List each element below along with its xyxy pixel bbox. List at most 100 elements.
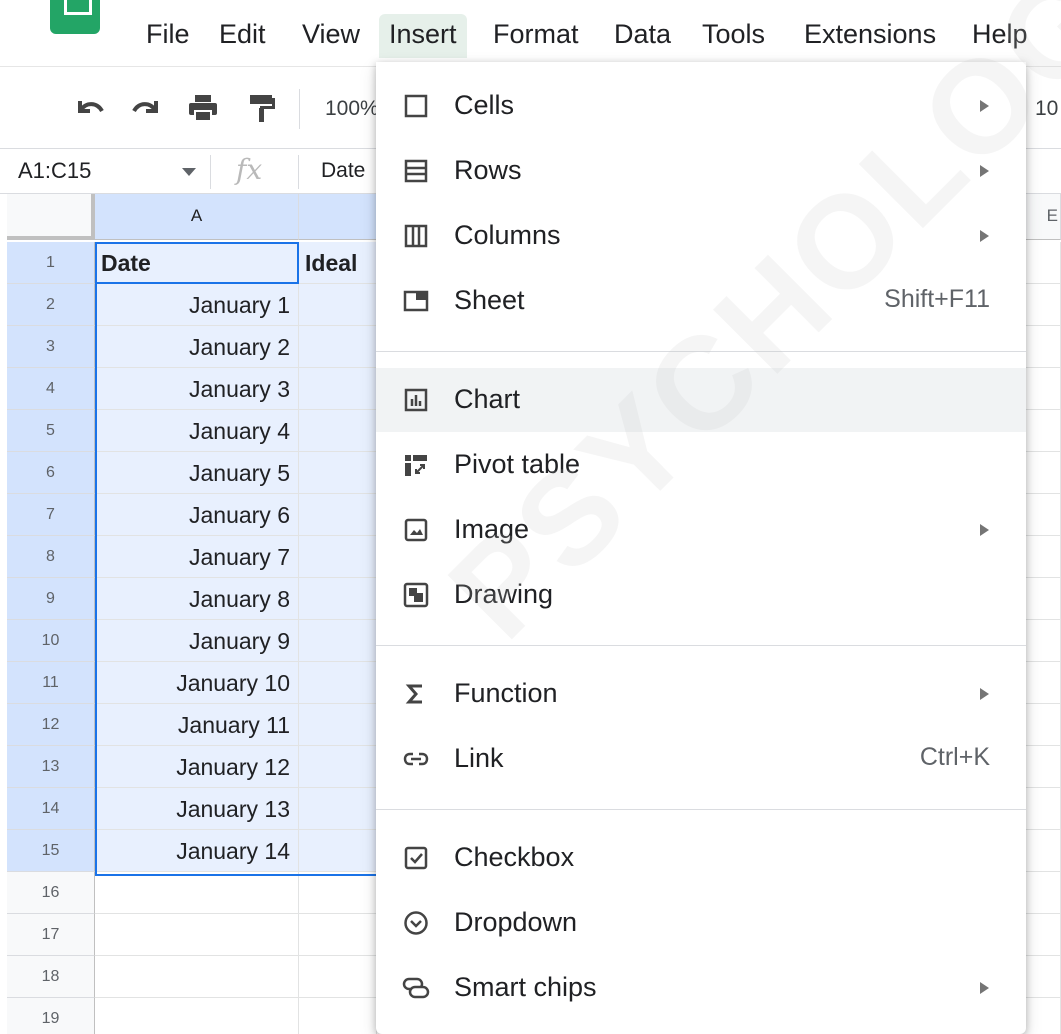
sheets-logo-icon[interactable] — [50, 0, 100, 34]
table-cell[interactable] — [1025, 242, 1061, 284]
row-header[interactable]: 2 — [7, 284, 95, 326]
table-cell[interactable] — [1025, 662, 1061, 704]
menu-help[interactable]: Help — [962, 14, 1038, 58]
menu-item-drawing[interactable]: Drawing — [376, 563, 1026, 627]
table-cell[interactable] — [299, 494, 377, 536]
table-cell[interactable] — [299, 788, 377, 830]
row-header[interactable]: 17 — [7, 914, 95, 956]
table-cell[interactable] — [1025, 872, 1061, 914]
table-cell[interactable]: January 1 — [95, 284, 299, 326]
table-cell[interactable]: January 2 — [95, 326, 299, 368]
table-cell[interactable] — [1025, 284, 1061, 326]
column-header-b[interactable] — [299, 194, 377, 240]
table-cell[interactable] — [1025, 410, 1061, 452]
menu-format[interactable]: Format — [483, 14, 589, 58]
print-icon[interactable] — [186, 93, 220, 123]
menu-item-smart-chips[interactable]: Smart chips — [376, 956, 1026, 1020]
row-header[interactable]: 18 — [7, 956, 95, 998]
menu-item-chart[interactable]: Chart — [376, 368, 1026, 432]
table-cell[interactable] — [299, 704, 377, 746]
table-cell[interactable] — [1025, 368, 1061, 410]
menu-item-image[interactable]: Image — [376, 498, 1026, 562]
row-header[interactable]: 8 — [7, 536, 95, 578]
table-cell[interactable] — [1025, 998, 1061, 1034]
row-header[interactable]: 4 — [7, 368, 95, 410]
row-header[interactable]: 5 — [7, 410, 95, 452]
redo-icon[interactable] — [130, 93, 164, 123]
table-cell[interactable] — [95, 914, 299, 956]
table-cell[interactable] — [1025, 536, 1061, 578]
menu-edit[interactable]: Edit — [209, 14, 276, 58]
table-cell[interactable] — [299, 914, 377, 956]
table-cell[interactable] — [299, 998, 377, 1034]
table-cell[interactable] — [1025, 788, 1061, 830]
table-cell[interactable] — [299, 284, 377, 326]
column-header-a[interactable]: A — [95, 194, 299, 240]
table-cell[interactable] — [299, 956, 377, 998]
table-cell[interactable] — [95, 956, 299, 998]
table-cell[interactable]: January 9 — [95, 620, 299, 662]
menu-extensions[interactable]: Extensions — [794, 14, 946, 58]
table-cell[interactable] — [299, 578, 377, 620]
row-header[interactable]: 15 — [7, 830, 95, 872]
paint-format-icon[interactable] — [244, 93, 278, 123]
header-cell[interactable]: Date — [95, 242, 299, 284]
table-cell[interactable] — [299, 620, 377, 662]
table-cell[interactable] — [1025, 956, 1061, 998]
menu-item-dropdown[interactable]: Dropdown — [376, 891, 1026, 955]
table-cell[interactable] — [1025, 452, 1061, 494]
table-cell[interactable]: January 7 — [95, 536, 299, 578]
table-cell[interactable]: January 11 — [95, 704, 299, 746]
table-cell[interactable] — [299, 536, 377, 578]
menu-item-rows[interactable]: Rows — [376, 139, 1026, 203]
table-cell[interactable] — [299, 326, 377, 368]
row-header[interactable]: 14 — [7, 788, 95, 830]
menu-item-cells[interactable]: Cells — [376, 74, 1026, 138]
menu-item-pivot-table[interactable]: Pivot table — [376, 433, 1026, 497]
table-cell[interactable] — [1025, 914, 1061, 956]
table-cell[interactable]: January 6 — [95, 494, 299, 536]
font-size-partial[interactable]: 10 — [1035, 97, 1058, 121]
row-header[interactable]: 13 — [7, 746, 95, 788]
row-header[interactable]: 6 — [7, 452, 95, 494]
menu-item-link[interactable]: Link Ctrl+K — [376, 727, 1026, 791]
row-header[interactable]: 10 — [7, 620, 95, 662]
table-cell[interactable] — [299, 872, 377, 914]
undo-icon[interactable] — [72, 93, 106, 123]
table-cell[interactable]: January 8 — [95, 578, 299, 620]
table-cell[interactable] — [1025, 578, 1061, 620]
table-cell[interactable] — [1025, 746, 1061, 788]
header-cell[interactable]: Ideal — [299, 242, 377, 284]
table-cell[interactable] — [95, 872, 299, 914]
menu-item-sheet[interactable]: Sheet Shift+F11 — [376, 269, 1026, 333]
table-cell[interactable] — [299, 662, 377, 704]
table-cell[interactable]: January 14 — [95, 830, 299, 872]
menu-data[interactable]: Data — [604, 14, 681, 58]
row-header[interactable]: 9 — [7, 578, 95, 620]
row-header[interactable]: 19 — [7, 998, 95, 1034]
table-cell[interactable] — [299, 746, 377, 788]
table-cell[interactable] — [299, 410, 377, 452]
table-cell[interactable] — [1025, 326, 1061, 368]
chevron-down-icon[interactable] — [182, 168, 196, 176]
menu-tools[interactable]: Tools — [692, 14, 775, 58]
table-cell[interactable] — [299, 830, 377, 872]
table-cell[interactable] — [299, 368, 377, 410]
row-header[interactable]: 16 — [7, 872, 95, 914]
table-cell[interactable] — [95, 998, 299, 1034]
zoom-select[interactable]: 100% — [325, 97, 379, 121]
menu-item-columns[interactable]: Columns — [376, 204, 1026, 268]
table-cell[interactable]: January 5 — [95, 452, 299, 494]
row-header[interactable]: 12 — [7, 704, 95, 746]
table-cell[interactable]: January 4 — [95, 410, 299, 452]
column-header-e[interactable]: E — [1025, 194, 1061, 240]
table-cell[interactable] — [1025, 830, 1061, 872]
table-cell[interactable] — [1025, 620, 1061, 662]
menu-item-checkbox[interactable]: Checkbox — [376, 826, 1026, 890]
table-cell[interactable]: January 10 — [95, 662, 299, 704]
select-all-corner[interactable] — [7, 194, 95, 240]
table-cell[interactable] — [1025, 494, 1061, 536]
table-cell[interactable]: January 12 — [95, 746, 299, 788]
row-header[interactable]: 7 — [7, 494, 95, 536]
row-header[interactable]: 11 — [7, 662, 95, 704]
